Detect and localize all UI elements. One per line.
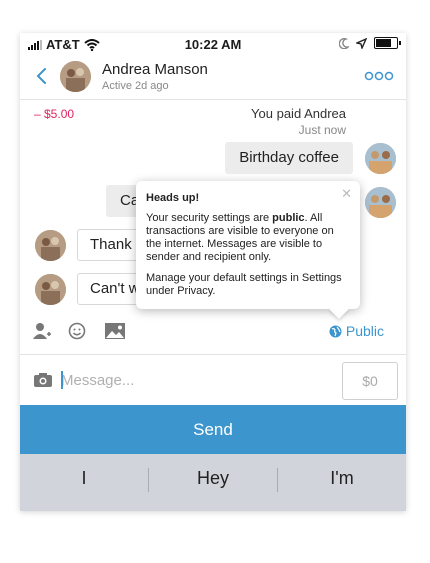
back-chevron-icon[interactable] [32, 65, 54, 87]
divider [20, 354, 406, 355]
battery-icon [374, 37, 401, 49]
text-caret [61, 371, 63, 389]
payment-time: Just now [298, 123, 346, 137]
my-avatar [365, 143, 396, 174]
status-bar: AT&T 10:22 AM [20, 33, 406, 55]
contact-status: Active 2d ago [102, 80, 169, 92]
visibility-label: Public [345, 323, 384, 339]
suggestion-item[interactable]: Hey [149, 468, 277, 489]
suggestion-item[interactable]: I [20, 468, 148, 489]
popover-body-emphasis: public [272, 212, 305, 224]
close-icon[interactable]: ✕ [341, 187, 352, 200]
send-button[interactable]: Send [20, 405, 406, 454]
amount-button[interactable]: $0 [342, 362, 398, 400]
popover-manage-text: Manage your default settings in Settings… [146, 272, 342, 297]
message-input[interactable] [61, 366, 321, 394]
popover-title: Heads up! [146, 192, 200, 204]
contact-avatar [35, 230, 66, 261]
location-arrow-icon [356, 37, 367, 49]
contact-avatar[interactable] [60, 61, 91, 92]
payment-amount: – $5.00 [34, 107, 75, 121]
suggestion-item[interactable]: I'm [278, 468, 406, 489]
popover-arrow [329, 299, 349, 319]
privacy-popover: Heads up! ✕ Your security settings are p… [136, 181, 360, 319]
more-options-icon[interactable] [364, 68, 394, 84]
request-payment-icon[interactable] [32, 322, 52, 340]
globe-icon [329, 325, 342, 337]
photo-icon[interactable] [104, 322, 126, 340]
contact-avatar [35, 274, 66, 305]
visibility-toggle[interactable]: Public [329, 323, 384, 339]
popover-body: Your security settings are public. All t… [146, 212, 334, 263]
my-avatar [365, 187, 396, 218]
keyboard-suggestion-bar: I Hey I'm [20, 454, 406, 511]
status-right [339, 37, 401, 49]
emoji-icon[interactable] [67, 322, 87, 340]
payment-description: You paid Andrea [251, 106, 346, 121]
contact-name: Andrea Manson [102, 61, 208, 78]
camera-icon[interactable] [33, 372, 53, 388]
message-bubble-outgoing[interactable]: Birthday coffee [225, 142, 353, 174]
moon-icon [339, 37, 349, 49]
phone-screen: AT&T 10:22 AM Andrea Manson Active 2d ag… [20, 33, 406, 511]
chat-header: Andrea Manson Active 2d ago [20, 55, 406, 100]
